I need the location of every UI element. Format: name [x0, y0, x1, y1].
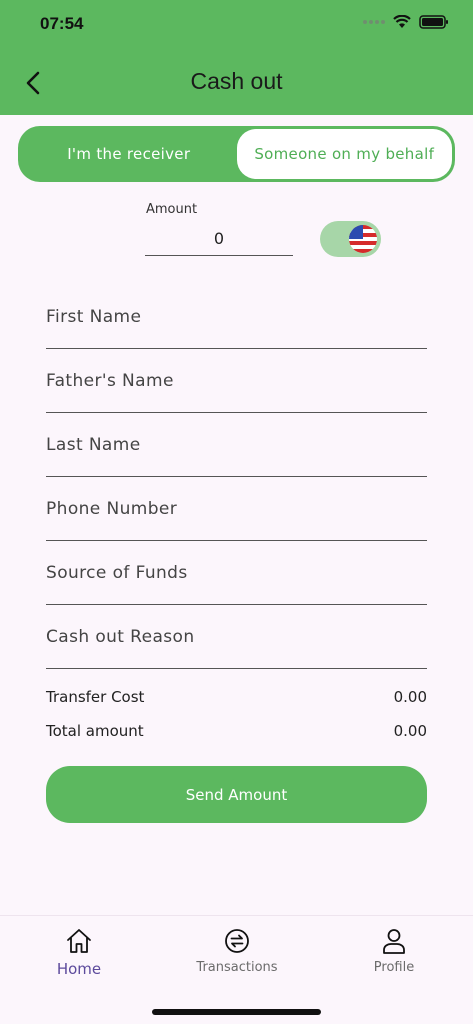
total-amount-value: 0.00 — [393, 722, 427, 740]
nav-home-label: Home — [56, 960, 102, 978]
nav-home[interactable]: Home — [52, 926, 106, 978]
first-name-label: First Name — [46, 307, 142, 327]
cash-out-reason-label: Cash out Reason — [46, 627, 195, 647]
nav-transactions[interactable]: Transactions — [186, 926, 288, 975]
transfer-cost-row: Transfer Cost 0.00 — [46, 688, 427, 706]
fathers-name-label: Father's Name — [46, 371, 174, 391]
phone-number-label: Phone Number — [46, 499, 178, 519]
status-icons — [363, 15, 449, 29]
receiver-segmented-control: I'm the receiver Someone on my behalf — [18, 126, 455, 182]
phone-number-field[interactable]: Phone Number — [46, 477, 427, 541]
profile-icon — [383, 929, 405, 954]
last-name-field[interactable]: Last Name — [46, 413, 427, 477]
signal-icon — [363, 20, 385, 24]
wifi-icon — [393, 15, 411, 28]
bottom-navigation: Home Transactions Profile — [0, 915, 473, 1024]
first-name-field[interactable]: First Name — [46, 285, 427, 349]
nav-transactions-label: Transactions — [196, 960, 278, 975]
us-flag-icon — [349, 225, 377, 253]
nav-profile-label: Profile — [373, 960, 415, 975]
app-header: 07:54 Cash out — [0, 0, 473, 115]
last-name-label: Last Name — [46, 435, 141, 455]
amount-input[interactable] — [145, 222, 293, 256]
send-amount-button[interactable]: Send Amount — [46, 766, 427, 823]
nav-profile[interactable]: Profile — [366, 926, 422, 975]
segment-someone-on-my-behalf[interactable]: Someone on my behalf — [236, 129, 452, 179]
transactions-icon — [225, 929, 249, 953]
cash-out-reason-field[interactable]: Cash out Reason — [46, 605, 427, 669]
amount-label: Amount — [146, 202, 198, 217]
total-amount-row: Total amount 0.00 — [46, 722, 427, 740]
total-amount-label: Total amount — [46, 722, 144, 740]
segment-im-the-receiver[interactable]: I'm the receiver — [21, 129, 237, 179]
transfer-cost-value: 0.00 — [393, 688, 427, 706]
home-indicator — [152, 1009, 321, 1015]
source-of-funds-label: Source of Funds — [46, 563, 188, 583]
home-icon — [67, 929, 91, 953]
battery-icon — [419, 15, 448, 29]
source-of-funds-field[interactable]: Source of Funds — [46, 541, 427, 605]
currency-toggle[interactable] — [320, 221, 381, 257]
page-title: Cash out — [190, 68, 283, 94]
status-time: 07:54 — [40, 14, 84, 33]
fathers-name-field[interactable]: Father's Name — [46, 349, 427, 413]
transfer-cost-label: Transfer Cost — [46, 688, 145, 706]
